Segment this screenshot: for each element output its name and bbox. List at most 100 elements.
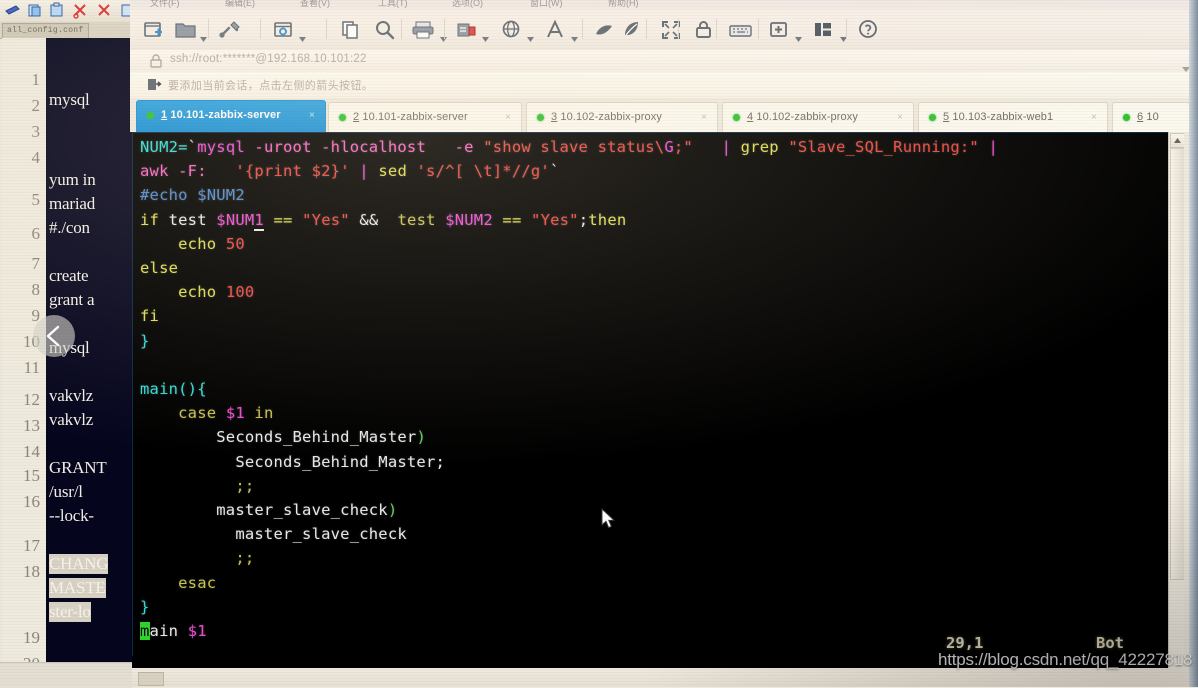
address-bar[interactable]: ssh://root:*******@192.168.10.101:22 — [130, 50, 1198, 73]
terminal-token: NUM2= — [140, 138, 188, 156]
editor-code-line: MASTE — [49, 578, 106, 598]
copy-button[interactable] — [339, 18, 363, 42]
terminal-cursor: 1 — [254, 210, 264, 231]
terminal-token: && — [359, 210, 379, 229]
find-button[interactable] — [373, 18, 397, 42]
layout-button[interactable] — [812, 18, 836, 42]
new-tab-button[interactable] — [768, 18, 792, 42]
menu-item-1[interactable]: 编辑(E) — [225, 0, 255, 9]
notification-text: 要添加当前会话，点击左侧的箭头按钮。 — [168, 80, 374, 92]
terminal-token: -F: — [178, 162, 217, 181]
editor-line-number: 11 — [23, 358, 40, 377]
toolbar-separator — [716, 19, 717, 39]
globe-chevron-down-icon[interactable] — [527, 29, 534, 42]
menu-item-0[interactable]: 文件(F) — [150, 0, 180, 9]
tab-close-icon[interactable]: × — [897, 112, 903, 123]
menu-item-2[interactable]: 查看(V) — [300, 0, 330, 9]
bg-undo-icon[interactable] — [4, 2, 22, 19]
editor-code-line: vakvlz — [49, 410, 94, 429]
taskbar-item[interactable] — [138, 672, 164, 686]
new-tab-chevron-down-icon[interactable] — [795, 29, 802, 42]
file-transfer-chevron-down-icon[interactable] — [482, 29, 489, 42]
help-button[interactable] — [857, 18, 881, 42]
notification-bar: 要添加当前会话，点击左侧的箭头按钮。 — [130, 72, 1198, 99]
disconnect-button[interactable] — [218, 18, 244, 42]
terminal-token: ) — [416, 428, 426, 447]
terminal-token: G — [664, 138, 674, 156]
open-folder-chevron-down-icon[interactable] — [200, 29, 207, 42]
keyboard-button[interactable] — [728, 18, 754, 42]
tab-close-icon[interactable]: × — [505, 112, 511, 123]
highlight-button[interactable] — [620, 18, 644, 42]
menu-item-5[interactable]: 窗口(W) — [530, 0, 563, 9]
editor-line-number: 4 — [31, 148, 41, 167]
editor-code-line: yum in — [49, 170, 96, 189]
terminal-token: 's/^[ \t]*//g' — [416, 162, 550, 181]
editor-code-line: grant a — [49, 290, 95, 309]
session-tab-label: 4 10.102-zabbix-proxy — [747, 111, 858, 123]
tab-close-icon[interactable]: × — [309, 110, 315, 121]
bg-cut-icon[interactable] — [72, 2, 90, 19]
terminal-line: #echo $NUM2 — [140, 186, 245, 204]
editor-code-line: vakvlz — [49, 386, 94, 405]
file-transfer-button[interactable] — [455, 18, 479, 42]
scrollbar-up-button[interactable] — [1170, 133, 1184, 148]
terminal-screen[interactable]: NUM2=`mysql -uroot -hlocalhost -e "show … — [132, 132, 1184, 668]
editor-line-number: 13 — [23, 416, 40, 435]
menu-item-3[interactable]: 工具(T) — [378, 0, 408, 9]
terminal-token: master_slave_check — [235, 525, 407, 544]
fullscreen-button[interactable] — [659, 18, 683, 42]
scrollbar-thumb[interactable] — [1170, 148, 1184, 580]
previous-image-button[interactable] — [33, 315, 75, 357]
menu-item-6[interactable]: 帮助(H) — [608, 0, 639, 9]
print-button[interactable] — [411, 18, 437, 42]
watermark-text: https://blog.csdn.net/qq_42227818 — [938, 650, 1193, 669]
clear-screen-button[interactable] — [593, 18, 617, 42]
session-tab-6[interactable]: 6 10 — [1112, 102, 1190, 132]
session-tab-label: 2 10.101-zabbix-server — [353, 111, 468, 123]
background-editor-statusbar — [0, 662, 132, 688]
menu-bar: 文件(F) 编辑(E) 查看(V) 工具(T) 选项(O) 窗口(W) 帮助(H) — [130, 0, 1198, 10]
globe-button[interactable] — [500, 18, 524, 42]
session-tab-label: 1 10.101-zabbix-server — [161, 109, 281, 121]
session-manager-button[interactable] — [272, 18, 296, 42]
session-manager-chevron-down-icon[interactable] — [299, 29, 306, 42]
background-editor-tab[interactable]: all_config.conf — [2, 23, 89, 38]
terminal-scrollbar[interactable] — [1168, 132, 1184, 668]
session-tab-label: 5 10.103-zabbix-web1 — [943, 111, 1054, 123]
terminal-token: "Yes" — [531, 210, 579, 229]
bg-delete-icon[interactable] — [96, 2, 114, 19]
open-folder-button[interactable] — [174, 18, 198, 42]
lock-button[interactable] — [692, 18, 716, 42]
font-button[interactable] — [544, 18, 568, 42]
menu-item-4[interactable]: 选项(O) — [452, 0, 483, 9]
terminal-token: else — [140, 259, 179, 277]
editor-code-line: mysql — [49, 90, 90, 109]
session-tab-5[interactable]: 5 10.103-zabbix-web1 × — [918, 102, 1108, 132]
session-tab-1[interactable]: 1 10.101-zabbix-server × — [136, 100, 326, 132]
tab-close-icon[interactable]: × — [701, 112, 707, 123]
session-tab-3[interactable]: 3 10.102-zabbix-proxy × — [526, 102, 718, 132]
bg-paste-icon[interactable] — [48, 2, 66, 19]
bg-copy-icon[interactable] — [26, 2, 44, 19]
terminal-line: ;; — [140, 477, 254, 495]
terminal-token: #echo $NUM2 — [140, 186, 245, 205]
session-tab-2[interactable]: 2 10.101-zabbix-server × — [328, 102, 522, 132]
editor-code-line: create — [49, 266, 89, 285]
session-tab-4[interactable]: 4 10.102-zabbix-proxy × — [722, 102, 914, 132]
editor-code-line: CHANG — [49, 554, 109, 574]
session-tab-number: 4 — [747, 111, 754, 123]
tab-close-icon[interactable]: × — [1091, 112, 1097, 123]
background-editor-toolbar — [0, 0, 142, 22]
font-chevron-down-icon[interactable] — [571, 29, 578, 42]
new-session-button[interactable] — [142, 18, 166, 42]
terminal-token: ;; — [235, 549, 255, 568]
toolbar-separator — [678, 19, 679, 39]
desktop-right-edge — [1189, 0, 1198, 687]
